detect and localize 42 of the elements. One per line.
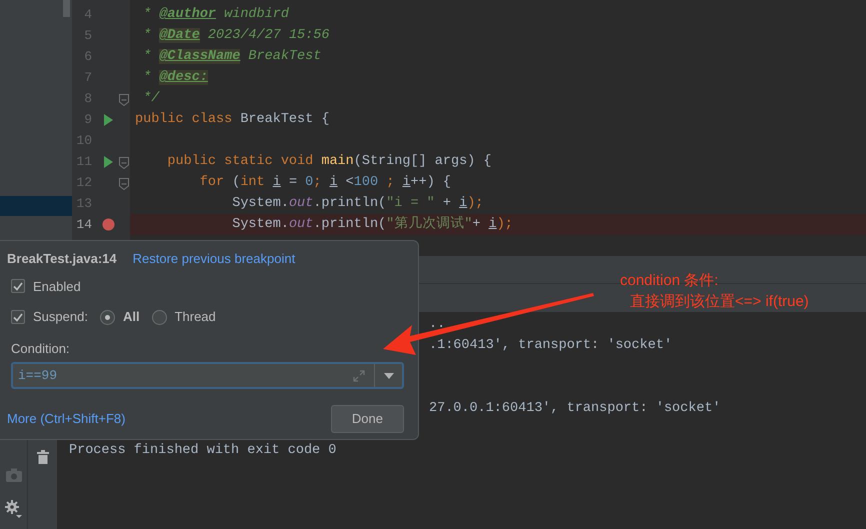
code-line: for (int i = 0; i <100 ; i++) { [198,174,452,192]
checkbox-label: Enabled [33,278,81,296]
trash-icon[interactable] [36,450,48,464]
fold-icon[interactable] [119,178,129,190]
console-line: 27.0.0.1:60413', transport: 'socket' [429,401,721,416]
camera-icon[interactable] [6,468,22,482]
console-line: Process finished with exit code 0 [69,443,336,458]
breakpoint-title: BreakTest.java:14 [7,250,117,268]
condition-input[interactable]: i==99 [13,364,344,388]
caret-icon [384,372,394,379]
checkbox[interactable] [11,279,25,294]
scrollbar-thumb[interactable] [63,0,70,17]
code-line: * @author windbird [142,6,290,24]
done-button[interactable]: Done [330,405,404,433]
fold-icon[interactable] [119,157,129,170]
checkbox-label: Suspend: [33,308,88,326]
expand-icon[interactable] [353,370,365,382]
console-line: .1:60413', transport: 'socket' [429,338,672,353]
annotation-text: condition 条件: [620,271,718,291]
console-line: .. [429,317,446,332]
radio-button[interactable] [100,310,115,324]
code-line: * @Date 2023/4/27 15:56 [142,27,330,45]
run-icon[interactable] [103,114,113,126]
condition-field[interactable]: i==99 [11,362,404,390]
annotation-text: 直接调到该位置<=> if(true) [629,292,809,312]
field-label: Condition: [11,340,71,358]
code-line: public static void main(String[] args) { [166,153,492,171]
checkbox[interactable] [11,310,25,324]
radio-label: All [122,308,140,326]
code-line: * @ClassName BreakTest [142,48,322,66]
restore-link[interactable]: Restore previous breakpoint [132,249,296,268]
settings-icon[interactable] [4,500,22,518]
code-line: public class BreakTest { [134,111,330,129]
more-link[interactable]: More (Ctrl+Shift+F8) [7,409,126,429]
breakpoint-icon[interactable] [102,218,114,231]
radio-label: Thread [174,308,216,326]
fold-icon[interactable] [119,94,129,106]
line-number: 14 [75,217,92,232]
code-line: */ [142,90,161,108]
run-icon[interactable] [103,156,113,168]
radio-button[interactable] [152,310,167,324]
code-line: System.out.println("i = " + i); [231,195,484,213]
